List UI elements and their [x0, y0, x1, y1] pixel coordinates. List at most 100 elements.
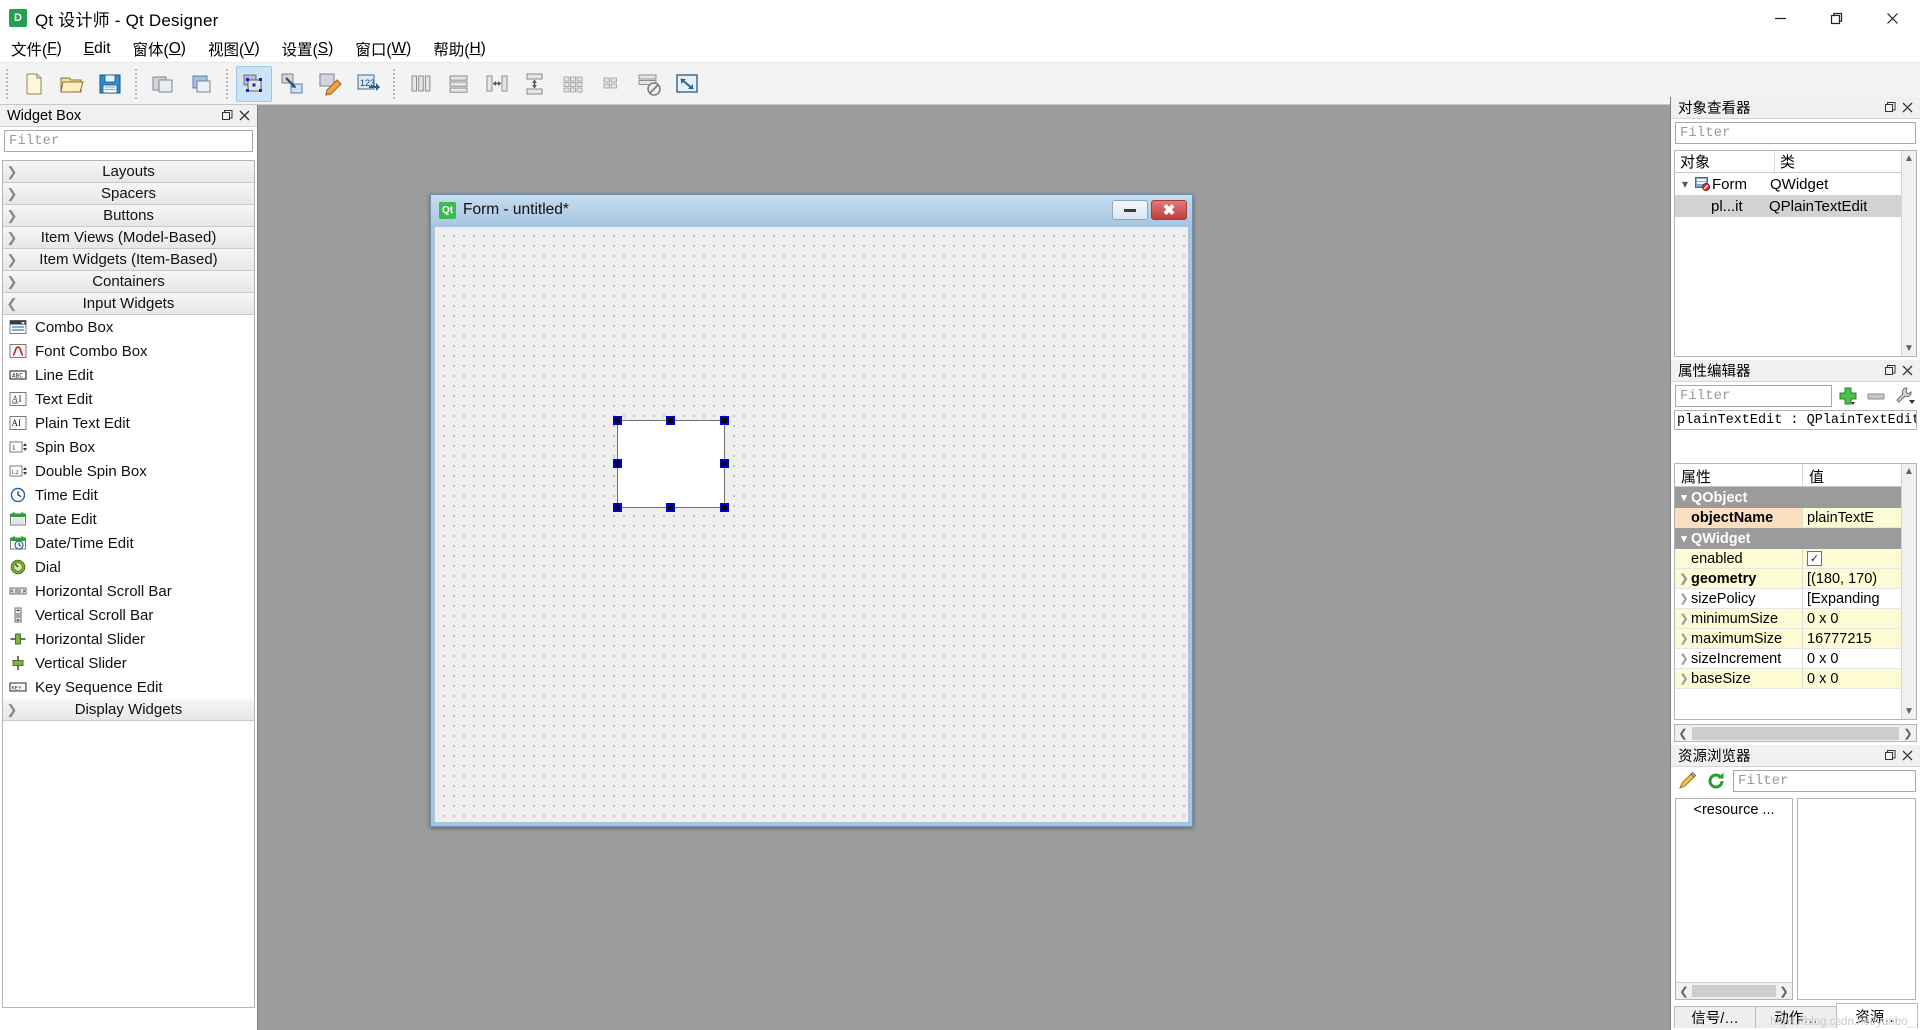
toolbar-drag-handle-3[interactable] [223, 68, 232, 99]
object-inspector-float-icon[interactable] [1882, 99, 1899, 116]
resource-browser-close-icon[interactable] [1899, 747, 1916, 764]
widget-box-close-icon[interactable] [236, 107, 253, 124]
open-form-button[interactable] [54, 66, 90, 102]
property-value[interactable]: [(180, 170) [1803, 569, 1916, 589]
widget-item-font-combo-box[interactable]: Font Combo Box [3, 339, 254, 363]
column-header-property[interactable]: 属性 [1675, 464, 1803, 486]
menu-window[interactable]: 窗口(W) [344, 36, 422, 63]
widget-item-time-edit[interactable]: Time Edit [3, 483, 254, 507]
minimize-button[interactable] [1752, 0, 1808, 36]
property-value[interactable]: plainTextE [1803, 508, 1916, 528]
resource-preview-pane[interactable] [1797, 798, 1916, 1000]
tab-signal-slot-editor[interactable]: 信号/… [1674, 1006, 1756, 1028]
property-row-maximumsize[interactable]: ❯ maximumSize 16777215 [1675, 629, 1916, 649]
toolbar-drag-handle-2[interactable] [132, 68, 141, 99]
property-value[interactable]: 16777215 [1803, 629, 1916, 649]
widget-item-vertical-scroll-bar[interactable]: Vertical Scroll Bar [3, 603, 254, 627]
widget-item-text-edit[interactable]: A I Text Edit [3, 387, 254, 411]
property-value[interactable]: 0 x 0 [1803, 649, 1916, 669]
layout-splitter-horizontal-button[interactable] [479, 66, 515, 102]
widget-item-plain-text-edit[interactable]: AI Plain Text Edit [3, 411, 254, 435]
menu-form[interactable]: 窗体(O) [122, 36, 197, 63]
widget-box-filter-input[interactable]: Filter [4, 130, 253, 152]
save-form-button[interactable] [92, 66, 128, 102]
resize-handle-top-left[interactable] [613, 416, 622, 425]
widget-item-double-spin-box[interactable]: 1.2 Double Spin Box [3, 459, 254, 483]
resource-tree-hscrollbar[interactable]: ❮ ❯ [1676, 982, 1792, 999]
property-value[interactable]: [Expanding [1803, 589, 1916, 609]
column-header-object[interactable]: 对象 [1675, 151, 1775, 172]
widget-category-spacers[interactable]: ❯ Spacers [3, 183, 254, 205]
selected-plain-text-edit-widget[interactable] [613, 416, 729, 512]
chevron-down-icon[interactable]: ▾ [1677, 177, 1693, 191]
scroll-down-icon[interactable]: ▼ [1902, 341, 1916, 356]
layout-grid-button[interactable] [555, 66, 591, 102]
resize-handle-bottom-right[interactable] [720, 503, 729, 512]
form-minimize-button[interactable] [1112, 200, 1148, 220]
scroll-down-icon[interactable]: ▼ [1902, 704, 1916, 719]
scroll-left-icon[interactable]: ❮ [1675, 727, 1691, 740]
layout-splitter-vertical-button[interactable] [517, 66, 553, 102]
resize-handle-top-center[interactable] [666, 416, 675, 425]
scroll-up-icon[interactable]: ▲ [1902, 151, 1916, 166]
chevron-right-icon[interactable]: ❯ [1677, 632, 1691, 645]
resource-browser-filter-input[interactable]: Filter [1733, 770, 1916, 792]
property-row-sizepolicy[interactable]: ❯ sizePolicy [Expanding [1675, 589, 1916, 609]
scroll-up-icon[interactable]: ▲ [1902, 464, 1916, 479]
toolbar-drag-handle-4[interactable] [390, 68, 399, 99]
chevron-right-icon[interactable]: ❯ [1677, 572, 1691, 585]
widget-category-input-widgets[interactable]: ❮ Input Widgets [3, 293, 254, 315]
form-design-window[interactable]: Qt Form - untitled* ✖ [430, 194, 1193, 827]
column-header-value[interactable]: 值 [1803, 464, 1916, 486]
close-button[interactable] [1864, 0, 1920, 36]
scroll-thumb[interactable] [1692, 726, 1899, 740]
new-form-button[interactable] [16, 66, 52, 102]
chevron-down-icon[interactable]: ▾ [1677, 532, 1691, 545]
property-editor-filter-input[interactable]: Filter [1675, 385, 1832, 407]
resize-handle-bottom-center[interactable] [666, 503, 675, 512]
configure-property-editor-button[interactable] [1892, 385, 1916, 407]
property-editor-hscrollbar[interactable]: ❮ ❯ [1674, 724, 1917, 742]
form-close-button[interactable]: ✖ [1151, 200, 1187, 220]
widget-category-containers[interactable]: ❯ Containers [3, 271, 254, 293]
widget-item-date-edit[interactable]: Date Edit [3, 507, 254, 531]
resize-handle-top-right[interactable] [720, 416, 729, 425]
property-editor-scrollbar[interactable]: ▲ ▼ [1901, 464, 1916, 719]
scroll-left-icon[interactable]: ❮ [1676, 985, 1692, 998]
property-row-minimumsize[interactable]: ❯ minimumSize 0 x 0 [1675, 609, 1916, 629]
object-inspector-row-form[interactable]: ▾ Form QWidget [1675, 173, 1916, 195]
adjust-size-button[interactable] [669, 66, 705, 102]
property-row-enabled[interactable]: enabled ✓ [1675, 549, 1916, 569]
menu-view[interactable]: 视图(V) [197, 36, 271, 63]
edit-resources-button[interactable] [1675, 770, 1699, 792]
chevron-down-icon[interactable]: ▾ [1677, 491, 1691, 504]
resize-handle-middle-right[interactable] [720, 459, 729, 468]
property-row-geometry[interactable]: ❯ geometry [(180, 170) [1675, 569, 1916, 589]
scroll-right-icon[interactable]: ❯ [1900, 727, 1916, 740]
widget-category-item-views[interactable]: ❯ Item Views (Model-Based) [3, 227, 254, 249]
widget-item-date-time-edit[interactable]: Date/Time Edit [3, 531, 254, 555]
widget-item-spin-box[interactable]: 1 Spin Box [3, 435, 254, 459]
chevron-right-icon[interactable]: ❯ [1677, 652, 1691, 665]
object-inspector-scrollbar[interactable]: ▲ ▼ [1901, 151, 1916, 356]
resize-handle-middle-left[interactable] [613, 459, 622, 468]
form-titlebar[interactable]: Qt Form - untitled* ✖ [431, 195, 1192, 225]
widget-item-line-edit[interactable]: ABC Line Edit [3, 363, 254, 387]
break-layout-button[interactable] [631, 66, 667, 102]
property-value[interactable]: 0 x 0 [1803, 669, 1916, 689]
menu-help[interactable]: 帮助(H) [422, 36, 497, 63]
edit-signals-slots-button[interactable] [274, 66, 310, 102]
edit-widgets-button[interactable] [236, 65, 272, 102]
layout-horizontally-button[interactable] [403, 66, 439, 102]
add-dynamic-property-button[interactable] [1836, 385, 1860, 407]
reload-resources-button[interactable] [1704, 770, 1728, 792]
property-value[interactable]: 0 x 0 [1803, 609, 1916, 629]
property-editor-close-icon[interactable] [1899, 362, 1916, 379]
widget-item-vertical-slider[interactable]: Vertical Slider [3, 651, 254, 675]
edit-buddies-button[interactable] [312, 66, 348, 102]
resource-tree-pane[interactable]: <resource ... ❮ ❯ [1675, 798, 1793, 1000]
form-canvas[interactable] [435, 227, 1188, 822]
chevron-right-icon[interactable]: ❯ [1677, 592, 1691, 605]
maximize-button[interactable] [1808, 0, 1864, 36]
edit-tab-order-button[interactable]: 123 [350, 66, 386, 102]
